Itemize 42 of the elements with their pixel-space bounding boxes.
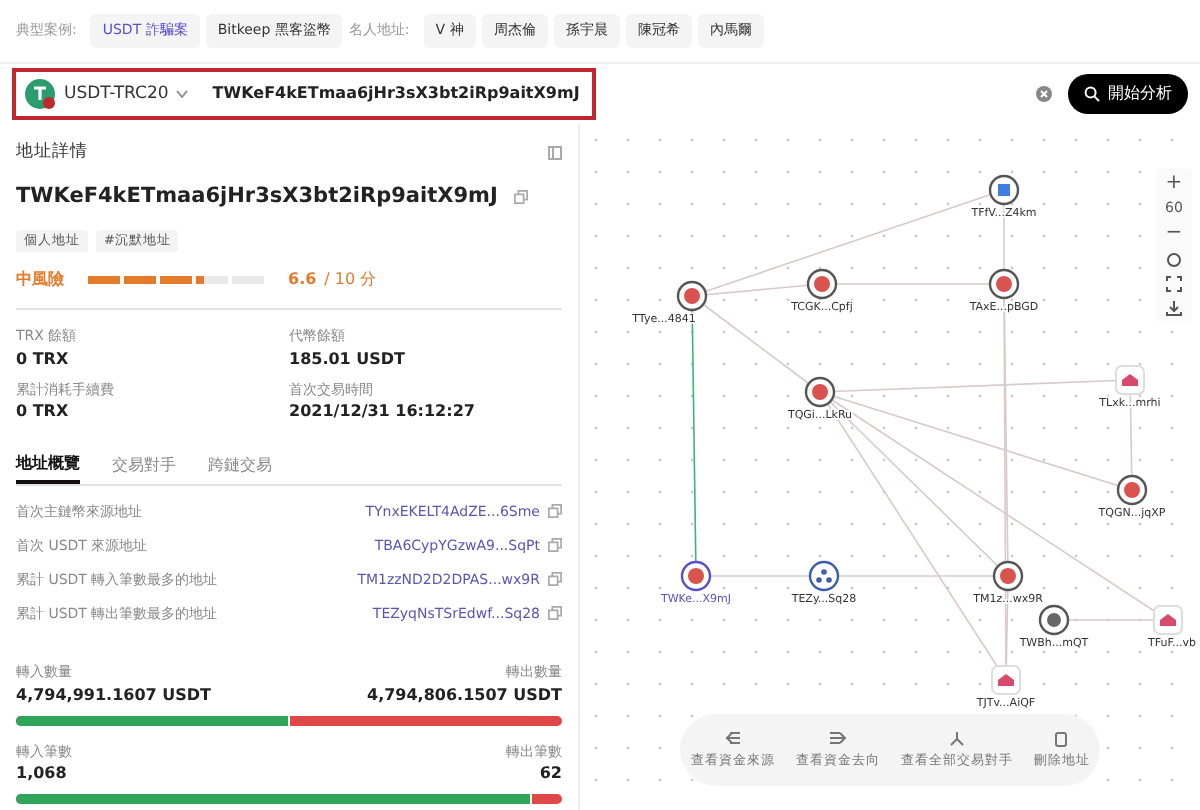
- address-node-icon[interactable]: [1038, 604, 1070, 636]
- branch-icon: [947, 729, 966, 748]
- address-title: TWKeF4kETmaa6jHr3sX3bt2iRp9aitX9mJ: [16, 181, 498, 212]
- download-icon[interactable]: [1166, 300, 1182, 316]
- address-node-icon[interactable]: [1116, 474, 1148, 506]
- flow-value: 4,794,806.1507 USDT: [367, 683, 562, 708]
- address-node-icon[interactable]: [808, 560, 840, 592]
- stat-value: 0 TRX: [16, 400, 71, 425]
- zoom-in-button[interactable]: +: [1165, 174, 1183, 194]
- tab[interactable]: 交易對手: [112, 448, 176, 485]
- flow-value: 62: [539, 762, 562, 787]
- search-icon: [1084, 86, 1100, 102]
- address-node-icon[interactable]: [992, 560, 1024, 592]
- address-node-icon[interactable]: [676, 280, 708, 312]
- tab[interactable]: 地址概覽: [16, 448, 80, 485]
- arrow-left-lines-icon: [723, 729, 742, 748]
- flow-value: 1,068: [16, 762, 67, 787]
- locate-icon[interactable]: [1166, 252, 1182, 268]
- stat-value: 0 TRX: [16, 347, 71, 372]
- fullscreen-icon[interactable]: [1166, 276, 1182, 292]
- search-field[interactable]: USDT-TRC20 TWKeF4kETmaa6jHr3sX3bt2iRp9aitX9mJ: [12, 68, 596, 120]
- zoom-out-button[interactable]: −: [1165, 224, 1183, 244]
- analyze-button[interactable]: 開始分析: [1068, 74, 1188, 114]
- address-node-icon[interactable]: [988, 268, 1020, 300]
- risk-score: 6.6: [288, 268, 317, 293]
- trash-icon: [1052, 729, 1071, 748]
- tab[interactable]: 跨鏈交易: [208, 448, 272, 485]
- flow-value: 4,794,991.1607 USDT: [16, 683, 211, 708]
- clear-icon[interactable]: [1036, 86, 1052, 102]
- stat-value: 2021/12/31 16:12:27: [289, 400, 477, 425]
- arrow-right-lines-icon: [828, 729, 847, 748]
- address-node-icon[interactable]: [988, 174, 1020, 206]
- stat-value: 185.01 USDT: [289, 347, 408, 372]
- panel-title: 地址詳情: [16, 140, 88, 166]
- address-node-icon[interactable]: [804, 376, 836, 408]
- risk-label: 中風險: [16, 268, 64, 293]
- token-icon: [24, 78, 56, 110]
- address-node-icon[interactable]: [806, 268, 838, 300]
- address-node-icon[interactable]: [680, 560, 712, 592]
- risk-scale: / 10 分: [324, 268, 377, 293]
- network-dropdown[interactable]: USDT-TRC20: [64, 81, 189, 107]
- caret-icon: [176, 90, 189, 98]
